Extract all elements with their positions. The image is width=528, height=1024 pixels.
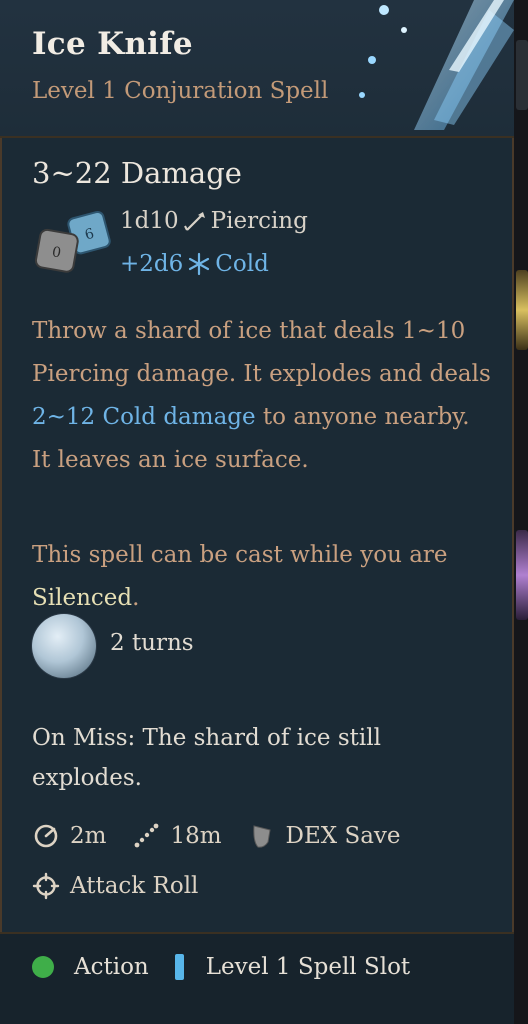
silence-note-part2: . — [132, 585, 140, 611]
silenced-keyword: Silenced — [32, 585, 133, 611]
background-fragment — [516, 530, 528, 620]
ice-splash-art — [359, 0, 514, 130]
on-miss-text: On Miss: The shard of ice still explodes… — [32, 725, 381, 791]
background-fragment — [516, 40, 528, 110]
range-property: 2m — [32, 822, 106, 850]
shield-icon — [252, 825, 271, 848]
description-cold-text: 2~12 Cold damage — [32, 404, 256, 430]
spell-description: Throw a shard of ice that deals 1~10 Pie… — [32, 310, 492, 482]
background-edge — [514, 0, 528, 1024]
dice-icon: 6 0 — [34, 210, 111, 273]
dotted-line-icon — [135, 823, 159, 848]
description-part1: Throw a shard of ice that deals 1~10 Pie… — [32, 318, 491, 387]
cost-row: Action Level 1 Spell Slot — [32, 954, 410, 980]
spell-subtitle: Level 1 Conjuration Spell — [32, 78, 329, 104]
silence-note: This spell can be cast while you are Sil… — [32, 534, 492, 620]
secondary-dice: +2d6 — [120, 251, 184, 277]
roll-value: Attack Roll — [70, 873, 199, 899]
aoe-value: 18m — [170, 823, 222, 849]
primary-damage: 1d10 Piercing — [120, 208, 308, 234]
roll-property: Attack Roll — [32, 872, 198, 900]
spell-properties-row-2: Attack Roll — [32, 872, 224, 900]
save-property: DEX Save — [248, 822, 401, 850]
spell-tooltip: Ice Knife Level 1 Conjuration Spell 3~22… — [0, 0, 515, 1024]
primary-dice: 1d10 — [120, 208, 179, 234]
tooltip-header: Ice Knife Level 1 Conjuration Spell — [0, 0, 514, 138]
duration-value: 2 turns — [110, 630, 194, 656]
action-dot-icon — [32, 956, 54, 978]
range-icon — [34, 824, 58, 848]
arrow-icon — [183, 212, 205, 231]
primary-type: Piercing — [210, 208, 308, 234]
snowflake-icon — [189, 252, 210, 276]
spell-name: Ice Knife — [32, 26, 193, 62]
spell-slot-icon — [174, 954, 184, 980]
background-fragment — [516, 270, 528, 350]
silence-note-part1: This spell can be cast while you are — [32, 542, 448, 568]
damage-title: 3~22 Damage — [32, 156, 242, 190]
save-value: DEX Save — [285, 823, 401, 849]
spell-slot-cost: Level 1 Spell Slot — [205, 954, 411, 980]
spell-properties-row: 2m 18m DEX Save — [32, 822, 427, 850]
secondary-damage: +2d6 Cold — [120, 251, 269, 277]
action-cost: Action — [74, 954, 149, 980]
crosshair-icon — [32, 872, 60, 900]
range-value: 2m — [70, 823, 107, 849]
secondary-type: Cold — [215, 251, 269, 277]
ice-surface-icon — [32, 614, 96, 678]
cost-footer: Action Level 1 Spell Slot — [0, 932, 514, 1024]
aoe-property: 18m — [132, 822, 222, 850]
